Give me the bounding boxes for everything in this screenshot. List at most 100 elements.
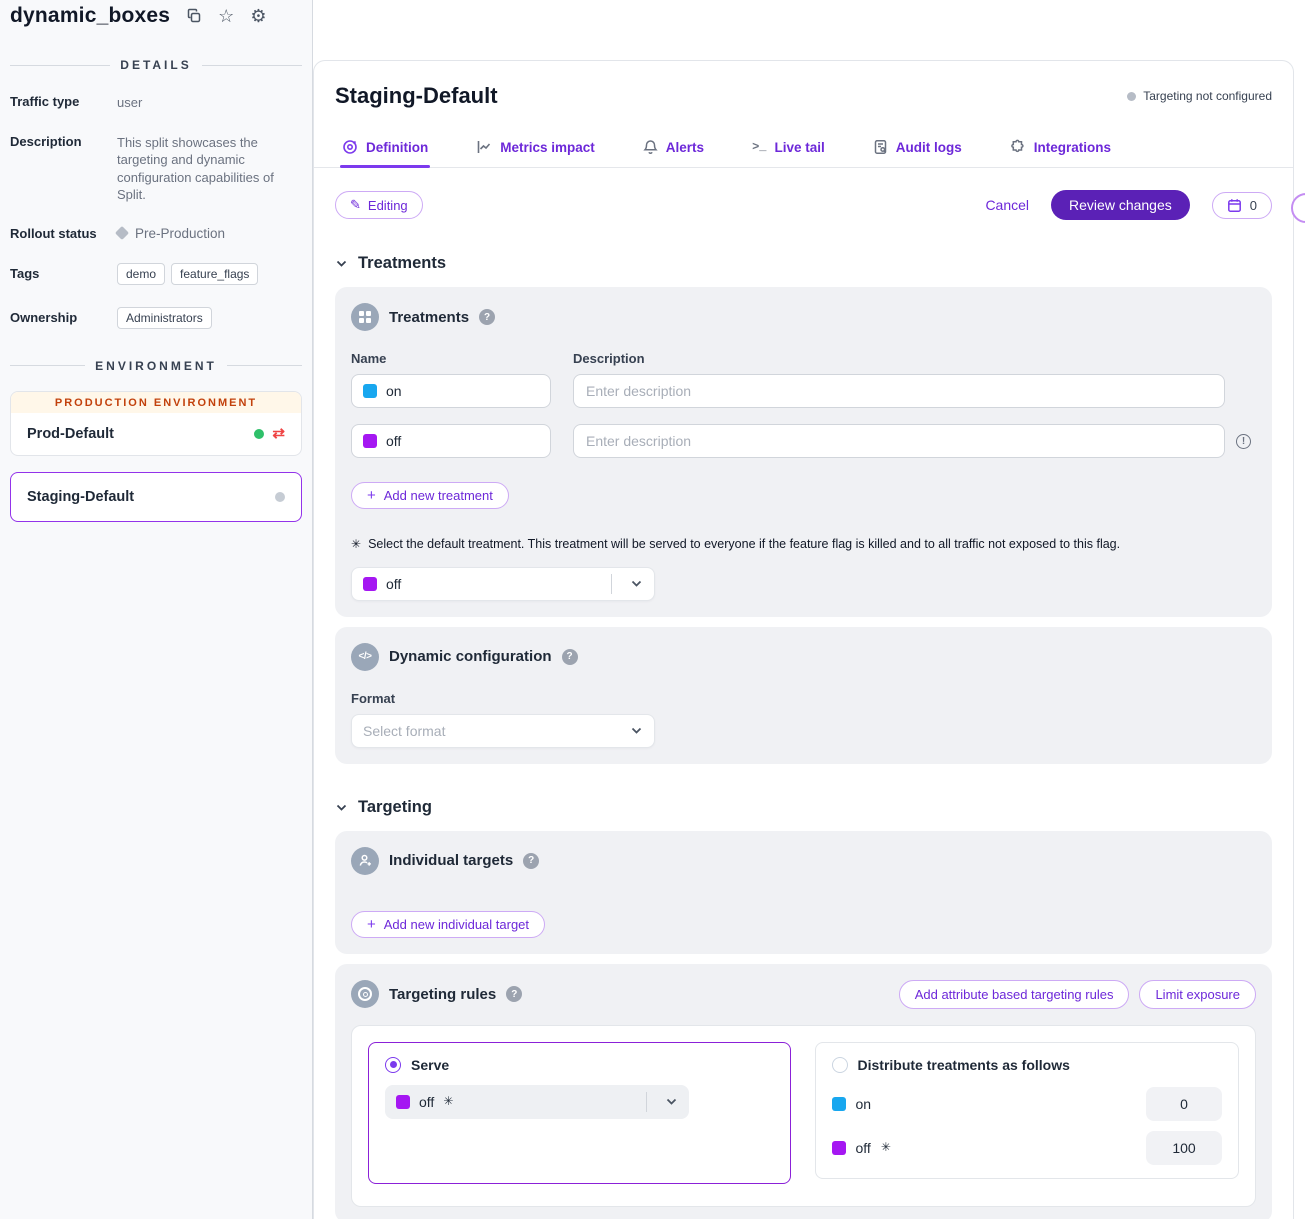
add-new-treatment-button[interactable]: + Add new treatment (351, 482, 509, 509)
environment-card-prod[interactable]: PRODUCTION ENVIRONMENT Prod-Default ⇄ (10, 391, 302, 456)
page-title: Staging-Default (335, 83, 498, 109)
tag-chip[interactable]: feature_flags (171, 263, 258, 285)
bell-icon (643, 139, 658, 155)
scheduled-changes-button[interactable]: 0 (1212, 192, 1272, 219)
treatments-icon (351, 303, 379, 331)
treatment-description-input-off[interactable] (573, 424, 1225, 458)
distribute-percent-input-on[interactable] (1146, 1087, 1222, 1121)
treatment-row-off: off ! (351, 424, 1256, 458)
treatment-name-off: off (386, 433, 401, 449)
review-changes-button[interactable]: Review changes (1051, 190, 1190, 220)
traffic-type-label: Traffic type (10, 94, 117, 112)
help-icon[interactable]: ? (506, 986, 522, 1002)
owner-chip[interactable]: Administrators (117, 307, 212, 329)
select-divider (611, 574, 612, 594)
serve-radio[interactable] (385, 1057, 401, 1073)
distribute-row-on: on (832, 1087, 1223, 1121)
tab-integrations[interactable]: Integrations (1008, 135, 1113, 167)
treatment-color-swatch-off (363, 434, 377, 448)
format-placeholder: Select format (363, 723, 621, 739)
app-root: dynamic_boxes ☆ ⚙ DETAILS Traffic type u… (0, 0, 1305, 1219)
cancel-button[interactable]: Cancel (985, 197, 1029, 213)
default-asterisk-icon: ✳ (881, 1140, 891, 1156)
treatment-row-on: on (351, 374, 1256, 408)
distribute-radio[interactable] (832, 1057, 848, 1073)
tab-label: Definition (366, 140, 428, 155)
default-note-text: Select the default treatment. This treat… (368, 537, 1120, 551)
copy-icon[interactable] (186, 8, 202, 24)
person-add-icon (351, 847, 379, 875)
sidebar: dynamic_boxes ☆ ⚙ DETAILS Traffic type u… (0, 0, 313, 1219)
add-attribute-rules-button[interactable]: Add attribute based targeting rules (899, 980, 1130, 1009)
serve-label: Serve (411, 1057, 449, 1073)
environment-name-prod: Prod-Default (27, 426, 114, 442)
distribute-option-card[interactable]: Distribute treatments as follows on off (815, 1042, 1240, 1179)
limit-exposure-button[interactable]: Limit exposure (1139, 980, 1256, 1009)
targeting-section-header[interactable]: Targeting (335, 798, 1272, 817)
rules-panel: Serve off ✳ (351, 1025, 1256, 1207)
tab-label: Live tail (774, 140, 824, 155)
environment-card-staging[interactable]: Staging-Default (10, 472, 302, 522)
distribute-label: Distribute treatments as follows (858, 1057, 1070, 1073)
distribute-name-off: off (856, 1140, 871, 1156)
default-treatment-select[interactable]: off (351, 567, 655, 601)
tab-label: Alerts (666, 140, 704, 155)
tag-chip[interactable]: demo (117, 263, 165, 285)
individual-targets-title: Individual targets (389, 852, 513, 869)
tab-audit-logs[interactable]: Audit logs (871, 135, 964, 167)
treatment-color-swatch-off (832, 1141, 846, 1155)
treatment-name-input-off[interactable]: off (351, 424, 551, 458)
info-icon[interactable]: ! (1236, 434, 1251, 449)
editing-button[interactable]: ✎ Editing (335, 191, 423, 219)
add-individual-label: Add new individual target (384, 917, 529, 932)
tab-label: Audit logs (896, 140, 962, 155)
plus-icon: + (367, 488, 376, 503)
help-icon[interactable]: ? (479, 309, 495, 325)
tab-definition[interactable]: Definition (340, 135, 430, 167)
treatments-card-title: Treatments (389, 309, 469, 326)
gear-icon[interactable]: ⚙ (250, 7, 266, 25)
treatment-description-input-on[interactable] (573, 374, 1225, 408)
format-select[interactable]: Select format (351, 714, 655, 748)
treatments-card: Treatments ? Name Description on off (335, 287, 1272, 617)
rollout-status-label: Rollout status (10, 226, 117, 241)
bullseye-icon (351, 980, 379, 1008)
serve-option-card[interactable]: Serve off ✳ (368, 1042, 791, 1184)
ownership-row: Ownership Administrators (10, 307, 302, 329)
default-treatment-note: ✳ Select the default treatment. This tre… (351, 537, 1256, 553)
rollout-status-icon (115, 226, 129, 240)
description-column-header: Description (573, 351, 645, 366)
status-text: Targeting not configured (1143, 89, 1272, 103)
distribute-percent-input-off[interactable] (1146, 1131, 1222, 1165)
flag-header: dynamic_boxes ☆ ⚙ (10, 0, 302, 28)
format-label: Format (351, 691, 1256, 706)
tab-label: Metrics impact (500, 140, 595, 155)
name-column-header: Name (351, 351, 573, 366)
env-inactive-dot (275, 492, 285, 502)
tab-live-tail[interactable]: >_ Live tail (750, 135, 827, 167)
treatment-color-swatch-on (832, 1097, 846, 1111)
distribute-row-off: off ✳ (832, 1131, 1223, 1165)
tab-metrics-impact[interactable]: Metrics impact (474, 135, 597, 167)
tab-label: Integrations (1034, 140, 1111, 155)
code-icon: </> (351, 643, 379, 671)
treatment-name-input-on[interactable]: on (351, 374, 551, 408)
environment-heading: ENVIRONMENT (10, 359, 302, 373)
scheduled-changes-count: 0 (1250, 198, 1257, 213)
tab-alerts[interactable]: Alerts (641, 135, 706, 167)
environment-panel: Staging-Default Targeting not configured… (313, 60, 1294, 1219)
help-icon[interactable]: ? (562, 649, 578, 665)
serve-treatment-select[interactable]: off ✳ (385, 1085, 689, 1119)
swap-arrows-icon[interactable]: ⇄ (272, 426, 285, 441)
treatments-section-header[interactable]: Treatments (335, 254, 1272, 273)
add-individual-target-button[interactable]: + Add new individual target (351, 911, 545, 938)
terminal-icon: >_ (752, 140, 766, 154)
treatments-section-title: Treatments (358, 254, 446, 273)
star-icon[interactable]: ☆ (218, 7, 234, 25)
description-label: Description (10, 134, 117, 204)
description-value: This split showcases the targeting and d… (117, 134, 295, 204)
default-treatment-value: off (386, 576, 602, 592)
targeting-section-title: Targeting (358, 798, 432, 817)
help-icon[interactable]: ? (523, 853, 539, 869)
select-divider (646, 1092, 647, 1112)
